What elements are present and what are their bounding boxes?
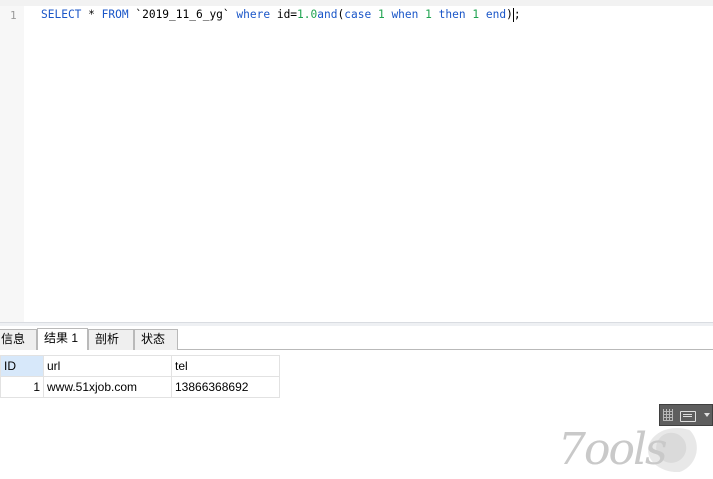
sql-token-kw: and [317, 8, 338, 21]
sql-token-num: 1 [425, 8, 432, 21]
sql-token-plain: `2019_11_6_yg` [128, 8, 237, 21]
sql-token-kw: FROM [101, 8, 129, 21]
column-header-tel[interactable]: tel [171, 355, 280, 377]
tab-status[interactable]: 状态 [134, 329, 178, 350]
sql-token-plain: ; [513, 8, 521, 21]
cell-url[interactable]: www.51xjob.com [43, 376, 172, 398]
keyboard-icon[interactable] [680, 411, 696, 422]
column-header-url[interactable]: url [43, 355, 172, 377]
table-row[interactable]: 1 www.51xjob.com 13866368692 [0, 376, 280, 398]
sql-token-plain [95, 8, 102, 21]
column-header-id[interactable]: ID [0, 355, 44, 377]
result-tabbar: 信息 结果 1 剖析 状态 [0, 326, 713, 350]
sql-token-kw: SELECT [41, 8, 82, 21]
tab-profile[interactable]: 剖析 [88, 329, 134, 350]
line-number: 1 [10, 9, 17, 22]
cell-tel[interactable]: 13866368692 [171, 376, 280, 398]
sql-editor[interactable]: 1 SELECT * FROM `2019_11_6_yg` where id=… [0, 0, 713, 322]
sql-token-plain [371, 8, 378, 21]
sql-code-line[interactable]: SELECT * FROM `2019_11_6_yg` where id=1.… [41, 8, 521, 22]
sql-token-kw: end [485, 8, 507, 21]
sql-token-plain: id= [270, 8, 298, 21]
sql-token-kw: then [438, 8, 466, 21]
sql-token-num: 1.0 [297, 8, 318, 21]
sql-token-plain [432, 8, 439, 21]
sql-token-kw: when [391, 8, 419, 21]
sql-token-plain [479, 8, 486, 21]
result-grid: ID url tel 1 www.51xjob.com 13866368692 [0, 355, 280, 398]
tab-result-1[interactable]: 结果 1 [37, 328, 88, 350]
grid-header-row: ID url tel [0, 355, 280, 377]
line-number-gutter: 1 [0, 6, 24, 322]
sql-token-kw: case [344, 8, 372, 21]
caret-down-icon[interactable] [704, 413, 710, 417]
watermark-text: 7ools [558, 424, 668, 475]
watermark-logo: 7ools [556, 422, 713, 479]
grip-icon[interactable] [663, 409, 673, 421]
sql-token-kw: where [236, 8, 271, 21]
sql-token-num: 1 [377, 8, 385, 21]
tab-info[interactable]: 信息 [0, 329, 37, 350]
sql-token-plain: * [88, 8, 95, 21]
cell-id[interactable]: 1 [0, 376, 44, 398]
sql-token-plain: ) [506, 8, 513, 21]
